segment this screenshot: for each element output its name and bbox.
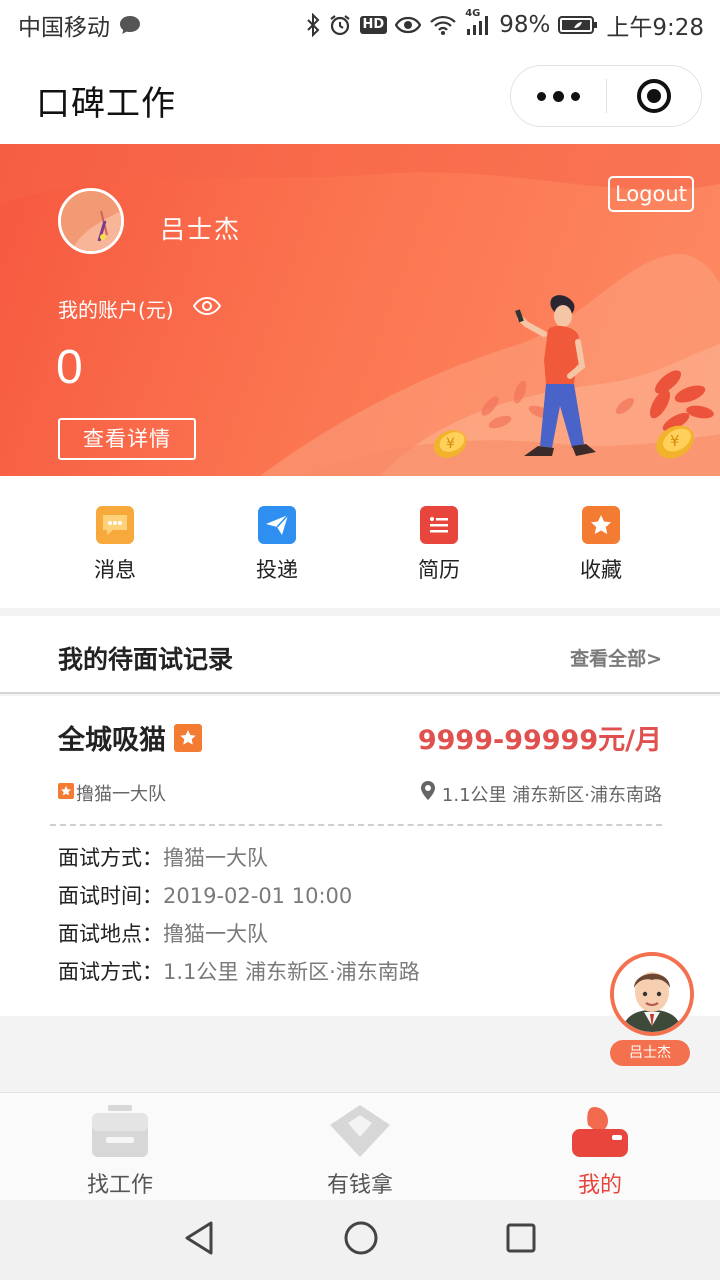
detail-label: 面试地点：	[58, 922, 163, 946]
more-dot-icon	[537, 91, 546, 101]
job-title: 全城吸猫	[58, 718, 202, 757]
bluetooth-icon	[306, 13, 320, 37]
interview-location: 面试地点：撸猫一大队	[58, 918, 268, 948]
svg-text:¥: ¥	[446, 436, 455, 452]
company: 撸猫一大队	[58, 780, 166, 806]
dashed-divider	[50, 824, 662, 826]
page-title: 口碑工作	[36, 84, 176, 124]
tab-label: 有钱拿	[326, 1173, 393, 1198]
quick-item-send[interactable]: 投递	[196, 476, 358, 608]
account-balance-label: 我的账户(元)	[58, 294, 222, 323]
interview-time: 面试时间：2019-02-01 10:00	[58, 880, 352, 910]
svg-text:¥: ¥	[670, 432, 680, 450]
wifi-icon	[429, 14, 457, 36]
eye-toggle-icon[interactable]	[192, 296, 222, 321]
interview-method-2: 面试方式：1.1公里 浦东新区·浦东南路	[58, 956, 420, 986]
user-name: 吕士杰	[160, 215, 242, 244]
eye-comfort-icon	[395, 15, 422, 35]
diamond-icon	[330, 1105, 390, 1157]
send-icon	[258, 506, 296, 544]
tab-find-job[interactable]: 找工作	[0, 1093, 240, 1200]
logout-button[interactable]: Logout	[608, 176, 694, 212]
account-label-text: 我的账户(元)	[58, 298, 174, 322]
profile-banner: ¥ ¥ 吕士杰 Logout 我的账户(元) 0 查看详情	[0, 144, 720, 476]
message-icon	[96, 506, 134, 544]
location-text: 1.1公里 浦东新区·浦东南路	[441, 784, 662, 806]
quick-label: 投递	[256, 558, 298, 582]
company-name: 撸猫一大队	[76, 784, 166, 805]
recent-apps-icon[interactable]	[505, 1222, 537, 1258]
system-navigation-bar	[0, 1200, 720, 1280]
view-all-link[interactable]: 查看全部>	[570, 644, 662, 671]
job-title-text: 全城吸猫	[58, 725, 166, 756]
detail-label: 面试时间：	[58, 884, 163, 908]
section-title: 我的待面试记录	[58, 645, 234, 674]
tab-mine[interactable]: 我的	[480, 1093, 720, 1200]
more-dot-icon	[571, 91, 580, 101]
view-details-button[interactable]: 查看详情	[58, 418, 196, 460]
quick-label: 简历	[418, 558, 460, 582]
resume-icon	[420, 506, 458, 544]
bottom-tab-bar: 找工作 有钱拿 我的	[0, 1092, 720, 1200]
detail-value: 1.1公里 浦东新区·浦东南路	[163, 960, 420, 984]
star-badge-icon	[174, 723, 202, 752]
company-badge-icon	[58, 782, 74, 804]
tab-label: 我的	[577, 1173, 622, 1198]
favorite-icon	[582, 506, 620, 544]
detail-label: 面试方式：	[58, 846, 163, 870]
clock: 上午9:28	[606, 15, 704, 41]
battery-icon	[558, 14, 598, 36]
interview-record-card[interactable]: 全城吸猫 9999-99999元/月 撸猫一大队 1.1公里 浦东新区·浦东南路…	[0, 696, 720, 1016]
quick-item-resume[interactable]: 简历	[358, 476, 520, 608]
title-bar: 口碑工作	[0, 50, 720, 144]
detail-value: 撸猫一大队	[163, 846, 268, 870]
quick-item-favorite[interactable]: 收藏	[520, 476, 682, 608]
back-icon[interactable]	[183, 1220, 217, 1260]
profile-icon	[572, 1107, 628, 1157]
status-bar: 中国移动 HD 4G 98% 上午9:28	[0, 0, 720, 50]
alarm-icon	[328, 13, 352, 37]
more-dot-icon	[553, 90, 564, 102]
quick-label: 消息	[94, 558, 136, 582]
detail-value: 撸猫一大队	[163, 922, 268, 946]
location-pin-icon	[420, 780, 436, 807]
balance-amount: 0	[56, 341, 83, 394]
hd-badge: HD	[359, 16, 388, 34]
chat-notification-icon	[118, 14, 142, 36]
miniprogram-capsule	[510, 65, 702, 127]
carrier-name: 中国移动	[18, 15, 110, 41]
salary: 9999-99999元/月	[417, 725, 662, 756]
user-avatar[interactable]	[58, 188, 124, 254]
quick-menu: 消息 投递 简历 收藏	[0, 476, 720, 608]
location: 1.1公里 浦东新区·浦东南路	[420, 780, 662, 807]
floating-user-name: 吕士杰	[610, 1040, 690, 1066]
detail-label: 面试方式：	[58, 960, 163, 984]
signal-icon: 4G	[465, 8, 491, 36]
cartoon-avatar-icon	[614, 956, 690, 1032]
floating-user-avatar[interactable]	[610, 952, 694, 1036]
home-icon[interactable]	[343, 1220, 379, 1260]
briefcase-icon	[92, 1105, 148, 1157]
close-miniprogram-button[interactable]	[607, 66, 701, 126]
more-menu-button[interactable]	[511, 66, 606, 126]
network-type-label: 4G	[465, 8, 481, 19]
tab-earn-money[interactable]: 有钱拿	[240, 1093, 480, 1200]
quick-label: 收藏	[580, 558, 622, 582]
avatar-image	[61, 191, 121, 251]
interview-method: 面试方式：撸猫一大队	[58, 842, 268, 872]
tab-label: 找工作	[86, 1173, 153, 1198]
battery-percent: 98%	[499, 12, 551, 38]
quick-item-message[interactable]: 消息	[34, 476, 196, 608]
interview-section-header: 我的待面试记录 查看全部>	[0, 616, 720, 694]
detail-value: 2019-02-01 10:00	[163, 884, 353, 908]
target-icon	[637, 79, 671, 113]
